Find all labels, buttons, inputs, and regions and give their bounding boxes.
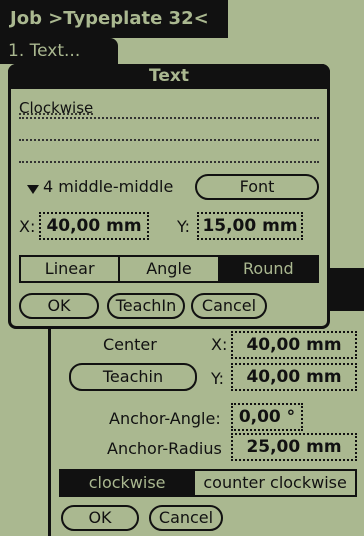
anchor-radius-label: Anchor-Radius [107, 439, 222, 458]
font-button[interactable]: Font [195, 174, 319, 200]
text-ok-button[interactable]: OK [19, 293, 99, 319]
center-y-prefix: Y: [211, 369, 225, 388]
alignment-dropdown[interactable]: 4 middle-middle [43, 177, 173, 196]
text-dialog: Text Clockwise 4 middle-middle Font X: 4… [8, 64, 330, 329]
text-line-3[interactable] [19, 161, 319, 163]
mode-selector: Linear Angle Round [19, 255, 319, 283]
anchor-angle-label: Anchor-Angle: [109, 409, 221, 428]
direction-selector: clockwise counter clockwise [59, 469, 357, 497]
chevron-down-icon[interactable] [27, 185, 39, 194]
text-cancel-button[interactable]: Cancel [191, 293, 267, 319]
mode-angle[interactable]: Angle [120, 257, 220, 281]
center-label: Center [103, 335, 157, 354]
round-cancel-button[interactable]: Cancel [149, 505, 223, 531]
text-line-1-underline [19, 117, 319, 119]
center-x-prefix: X: [211, 335, 228, 354]
round-ok-button[interactable]: OK [61, 505, 139, 531]
teachin-button[interactable]: Teachin [69, 363, 197, 391]
text-line-1[interactable]: Clockwise [19, 99, 319, 117]
y-position-field[interactable]: 15,00 mm [197, 212, 303, 240]
x-position-field[interactable]: 40,00 mm [39, 212, 149, 240]
anchor-radius-field[interactable]: 25,00 mm [231, 433, 357, 461]
anchor-angle-field[interactable]: 0,00 ° [231, 403, 303, 431]
center-x-field[interactable]: 40,00 mm [231, 331, 357, 359]
text-teachin-button[interactable]: TeachIn [107, 293, 185, 319]
direction-clockwise[interactable]: clockwise [61, 471, 196, 495]
text-line-2[interactable] [19, 139, 319, 141]
x-prefix: X: [19, 217, 36, 236]
center-y-field[interactable]: 40,00 mm [231, 363, 357, 391]
y-prefix: Y: [177, 217, 191, 236]
tab-text[interactable]: 1. Text... [0, 38, 118, 64]
text-dialog-title: Text [8, 64, 330, 89]
direction-counter-clockwise[interactable]: counter clockwise [195, 471, 355, 495]
mode-linear[interactable]: Linear [21, 257, 121, 281]
mode-round[interactable]: Round [219, 257, 317, 281]
app-title: Job >Typeplate 32< [0, 0, 228, 38]
